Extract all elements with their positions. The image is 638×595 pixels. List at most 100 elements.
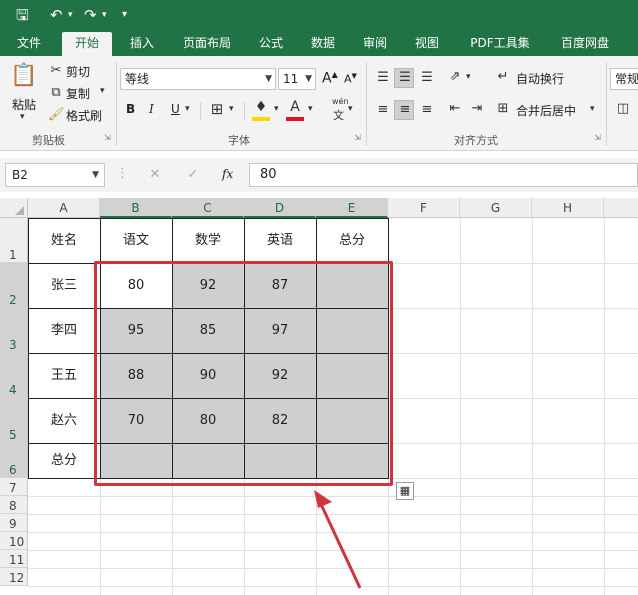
align-right-button[interactable]: ≡ [416, 100, 436, 120]
bold-button[interactable]: B [126, 102, 135, 116]
wrap-text-button[interactable]: 自动换行 [516, 70, 564, 87]
chevron-down-icon[interactable]: ▼ [265, 69, 272, 89]
ribbon-tabs: 文件 开始 插入 页面布局 公式 数据 审阅 视图 PDF工具集 百度网盘 [0, 32, 638, 56]
phonetic-guide-button[interactable]: 文 [333, 107, 344, 123]
paste-icon[interactable]: 📋 [10, 62, 38, 90]
table-cell[interactable]: 王五 [28, 353, 100, 398]
quick-access-toolbar: 🖫 ↶ ▾ ↷ ▾ ▾ [0, 0, 638, 32]
bottom-align-button[interactable]: ☰ [416, 68, 436, 88]
customize-icon[interactable]: ▾ [122, 4, 127, 26]
number-format-combo[interactable]: 常规 [610, 68, 638, 90]
decrease-font-button[interactable]: A▼ [344, 72, 357, 86]
save-icon[interactable]: 🖫 [16, 4, 29, 26]
insert-function-button[interactable]: fx [222, 167, 233, 181]
tab-file[interactable]: 文件 [8, 32, 50, 56]
font-color-dropdown-icon[interactable]: ▾ [308, 104, 313, 114]
font-launcher-icon[interactable]: ⇲ [354, 133, 361, 142]
redo-icon[interactable]: ↷ [84, 4, 97, 26]
tab-data[interactable]: 数据 [302, 32, 344, 56]
merge-center-icon[interactable]: ⊞ [494, 100, 512, 118]
tab-page-layout[interactable]: 页面布局 [172, 32, 242, 56]
separator [606, 62, 607, 146]
cancel-icon[interactable]: ✕ [146, 166, 164, 184]
increase-font-button[interactable]: A▲ [322, 70, 338, 87]
fill-color-bar [252, 117, 270, 121]
table-cell[interactable]: 总分 [28, 443, 100, 478]
redo-dropdown-icon[interactable]: ▾ [102, 4, 107, 26]
underline-dropdown-icon[interactable]: ▾ [185, 104, 190, 114]
cut-icon[interactable]: ✂ [48, 62, 64, 80]
fill-color-icon[interactable]: ♦ [252, 98, 270, 116]
separator [244, 102, 245, 120]
undo-dropdown-icon[interactable]: ▾ [68, 4, 73, 26]
font-color-icon[interactable]: A [286, 98, 304, 116]
alignment-group-label: 对齐方式 [454, 134, 498, 147]
accounting-format-icon[interactable]: ◫ [614, 100, 632, 118]
table-cell[interactable]: 李四 [28, 308, 100, 353]
quick-analysis-button[interactable]: ▦ [396, 482, 414, 500]
table-cell[interactable]: 赵六 [28, 398, 100, 443]
grip-icon: ⋮ [116, 166, 129, 181]
wrap-text-icon[interactable]: ↵ [494, 68, 512, 86]
format-painter-button[interactable]: 格式刷 [66, 107, 102, 124]
fill-color-dropdown-icon[interactable]: ▾ [274, 104, 279, 114]
header-chinese[interactable]: 语文 [100, 218, 172, 263]
name-box[interactable]: B2 ▼ [5, 163, 105, 187]
phonetic-dropdown-icon[interactable]: ▾ [348, 104, 353, 114]
header-total[interactable]: 总分 [316, 218, 388, 263]
enter-icon[interactable]: ✓ [184, 166, 202, 184]
font-group-label: 字体 [228, 134, 250, 147]
copy-button[interactable]: 复制 [66, 85, 90, 102]
middle-align-icon: ☰ [399, 70, 411, 85]
annotation-highlight-box [94, 261, 393, 486]
number-format-value: 常规 [615, 72, 638, 86]
header-math[interactable]: 数学 [172, 218, 244, 263]
copy-icon[interactable]: ⧉ [48, 84, 64, 102]
align-left-button[interactable]: ≡ [372, 100, 392, 120]
border-icon[interactable]: ⊞ [208, 100, 226, 118]
align-right-icon: ≡ [421, 102, 433, 117]
merge-center-button[interactable]: 合并后居中 [516, 102, 576, 119]
top-align-button[interactable]: ☰ [372, 68, 392, 88]
table-cell[interactable]: 张三 [28, 263, 100, 308]
top-align-icon: ☰ [377, 70, 389, 85]
tab-pdf-tools[interactable]: PDF工具集 [462, 32, 538, 56]
undo-icon[interactable]: ↶ [50, 4, 63, 26]
orientation-icon[interactable]: ⇗ [446, 68, 464, 86]
header-name[interactable]: 姓名 [28, 218, 100, 263]
italic-button[interactable]: I [149, 102, 154, 116]
formula-input[interactable]: 80 [249, 163, 638, 187]
chevron-down-icon[interactable]: ▼ [92, 164, 99, 186]
tab-baidu-netdisk[interactable]: 百度网盘 [550, 32, 620, 56]
clipboard-group-label: 剪贴板 [32, 134, 65, 147]
tab-formulas[interactable]: 公式 [250, 32, 292, 56]
format-painter-icon[interactable]: 🖌 [48, 106, 65, 124]
annotation-arrow [314, 490, 362, 589]
underline-button[interactable]: U [171, 102, 180, 116]
separator [366, 62, 367, 146]
alignment-launcher-icon[interactable]: ⇲ [594, 133, 601, 142]
clipboard-launcher-icon[interactable]: ⇲ [104, 133, 111, 142]
orientation-dropdown-icon[interactable]: ▾ [466, 72, 471, 82]
border-dropdown-icon[interactable]: ▾ [229, 104, 234, 114]
tab-review[interactable]: 审阅 [354, 32, 396, 56]
paste-button[interactable]: 粘贴 [12, 96, 36, 113]
cut-button[interactable]: 剪切 [66, 63, 90, 80]
middle-align-button[interactable]: ☰ [394, 68, 414, 88]
align-center-button[interactable]: ≡ [394, 100, 414, 120]
phonetic-guide-wen[interactable]: wén [332, 97, 349, 106]
font-name-combo[interactable]: 等线 ▼ [120, 68, 276, 90]
tab-insert[interactable]: 插入 [120, 32, 164, 56]
merge-dropdown-icon[interactable]: ▾ [590, 104, 595, 114]
decrease-indent-icon[interactable]: ⇤ [446, 100, 464, 118]
copy-dropdown-icon[interactable]: ▾ [100, 86, 105, 96]
font-size-combo[interactable]: 11 ▼ [278, 68, 316, 90]
header-english[interactable]: 英语 [244, 218, 316, 263]
tab-home[interactable]: 开始 [62, 32, 112, 56]
font-name-value: 等线 [125, 72, 150, 86]
tab-view[interactable]: 视图 [406, 32, 448, 56]
paste-dropdown-icon[interactable]: ▾ [20, 112, 25, 122]
chevron-down-icon[interactable]: ▼ [305, 69, 312, 89]
separator [200, 102, 201, 120]
increase-indent-icon[interactable]: ⇥ [468, 100, 486, 118]
